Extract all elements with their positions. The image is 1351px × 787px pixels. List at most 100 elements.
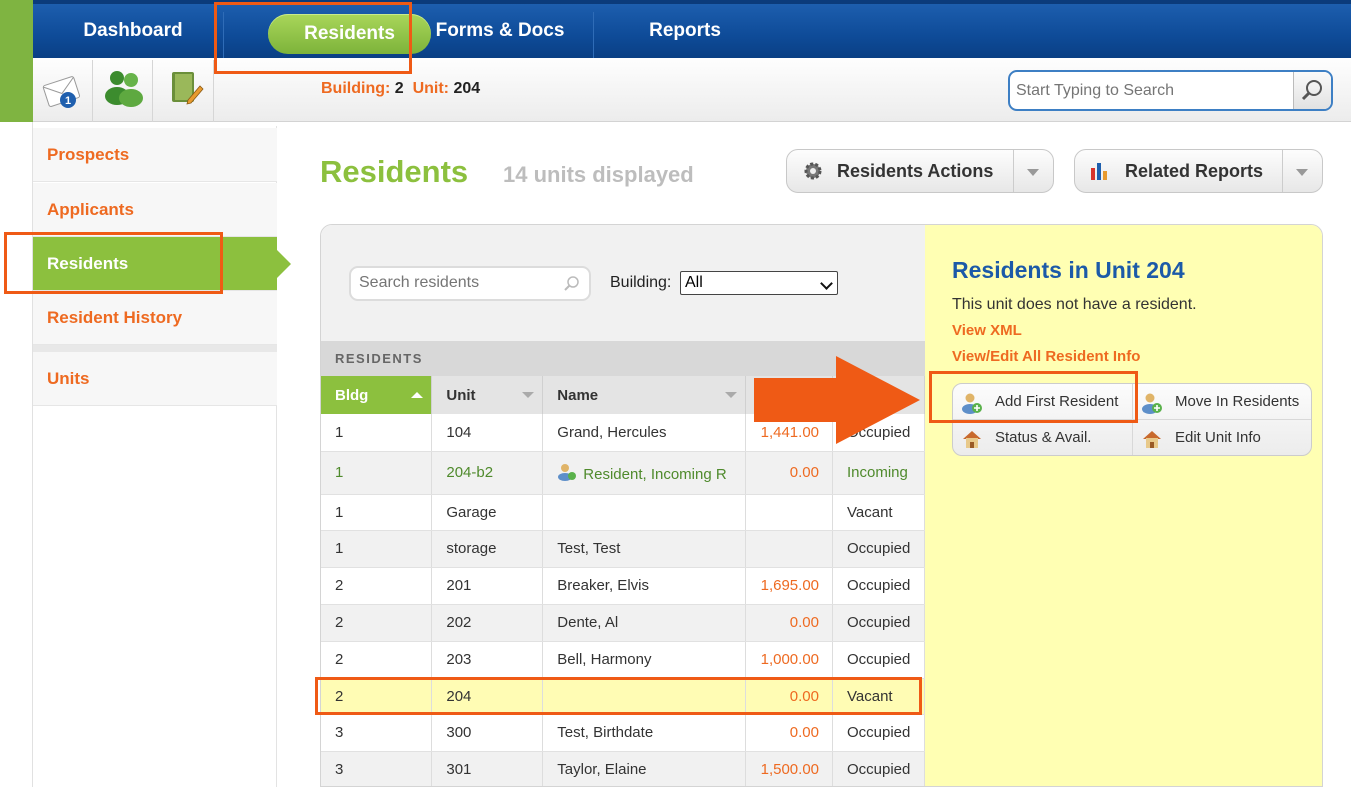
sidebar-item-units[interactable]: Units	[33, 352, 277, 406]
global-search-button[interactable]	[1293, 72, 1331, 109]
house-icon	[963, 431, 981, 448]
sort-icon	[522, 392, 535, 398]
cell-status: Occupied	[832, 714, 925, 752]
move-in-person-icon	[1142, 393, 1162, 414]
people-icon	[105, 71, 143, 107]
highlight-box-residents-tab	[214, 2, 412, 74]
table-row[interactable]: 2 203 Bell, Harmony 1,000.00 Occupied	[321, 641, 925, 679]
global-search-input[interactable]	[1016, 78, 1286, 104]
units-count: 14 units displayed	[503, 162, 694, 187]
column-header-bldg[interactable]: Bldg	[321, 376, 433, 414]
cell-unit: 301	[431, 751, 544, 786]
incoming-resident-name: Resident, Incoming R	[583, 465, 727, 483]
cell-unit: 202	[431, 604, 544, 642]
related-reports-label: Related Reports	[1125, 161, 1264, 181]
move-in-residents-button[interactable]: Move In Residents	[1133, 384, 1311, 420]
chevron-down-icon[interactable]	[1013, 150, 1053, 192]
edit-unit-info-label: Edit Unit Info	[1175, 429, 1261, 446]
current-building-unit: Building: 2 Unit: 204	[321, 80, 480, 98]
cell-bldg: 1	[321, 414, 433, 452]
tab-reports[interactable]: Reports	[635, 8, 735, 54]
cell-name: Resident, Incoming R	[542, 451, 747, 495]
cell-unit: Garage	[431, 494, 544, 531]
unit-detail-title: Residents in Unit 204	[952, 257, 1185, 283]
table-row[interactable]: 3 300 Test, Birthdate 0.00 Occupied	[321, 714, 925, 752]
building-value: 2	[394, 80, 404, 97]
left-accent-strip	[0, 0, 33, 122]
table-row[interactable]: 1 204-b2 Resident, Incoming R 0.00 Incom…	[321, 451, 925, 495]
chevron-down-icon[interactable]	[1282, 150, 1322, 192]
cell-bldg: 2	[321, 641, 433, 679]
cell-bldg: 1	[321, 451, 433, 495]
table-row[interactable]: 2 202 Dente, Al 0.00 Occupied	[321, 604, 925, 642]
sort-ascending-icon	[411, 392, 424, 398]
people-button[interactable]	[93, 60, 153, 122]
sidebar-item-applicants[interactable]: Applicants	[33, 183, 277, 237]
cell-balance: 1,695.00	[745, 567, 833, 605]
cell-balance: 1,000.00	[745, 641, 833, 679]
sidebar-item-prospects[interactable]: Prospects	[33, 128, 277, 182]
cell-status: Occupied	[832, 567, 925, 605]
cell-status: Occupied	[832, 530, 925, 568]
arrow-right-icon	[754, 356, 920, 444]
column-header-unit[interactable]: Unit	[431, 376, 544, 414]
highlight-box-add-first-resident	[929, 371, 1138, 423]
sidebar-item-resident-history[interactable]: Resident History	[33, 291, 277, 345]
residents-search-input[interactable]	[359, 274, 549, 292]
house-icon	[1143, 431, 1161, 448]
residents-search	[349, 266, 591, 301]
search-icon[interactable]	[563, 275, 581, 293]
move-in-residents-label: Move In Residents	[1175, 393, 1300, 410]
unit-detail-message: This unit does not have a resident.	[952, 296, 1197, 313]
cell-bldg: 1	[321, 530, 433, 568]
status-avail-label: Status & Avail.	[995, 429, 1092, 446]
cell-name: Grand, Hercules	[542, 414, 747, 452]
building-filter-select[interactable]: All	[680, 271, 838, 295]
building-filter-label: Building:	[610, 274, 672, 291]
unit-detail-panel: Residents in Unit 204 This unit does not…	[925, 225, 1322, 786]
column-header-name[interactable]: Name	[542, 376, 747, 414]
unit-label: Unit:	[412, 80, 449, 97]
notification-count: 1	[65, 95, 71, 107]
cell-unit: 201	[431, 567, 544, 605]
status-avail-button[interactable]: Status & Avail.	[953, 420, 1133, 455]
cell-balance: 1,500.00	[745, 751, 833, 786]
cell-name: Bell, Harmony	[542, 641, 747, 679]
building-label: Building:	[321, 80, 391, 97]
left-gutter	[0, 122, 33, 787]
table-row[interactable]: 3 301 Taylor, Elaine 1,500.00 Occupied	[321, 751, 925, 786]
cell-status: Occupied	[832, 641, 925, 679]
page-title: Residents	[320, 154, 469, 189]
cell-unit: 300	[431, 714, 544, 752]
highlight-box-unit-204-row	[315, 677, 922, 715]
cell-name	[542, 494, 747, 531]
global-search	[1008, 70, 1333, 111]
cell-bldg: 2	[321, 567, 433, 605]
cell-bldg: 1	[321, 494, 433, 531]
cell-bldg: 3	[321, 751, 433, 786]
search-icon	[1301, 80, 1322, 101]
side-navigation: Prospects Applicants Residents Resident …	[33, 126, 277, 787]
cell-name: Dente, Al	[542, 604, 747, 642]
cell-name: Taylor, Elaine	[542, 751, 747, 786]
table-row[interactable]: 2 201 Breaker, Elvis 1,695.00 Occupied	[321, 567, 925, 605]
tab-dashboard[interactable]: Dashboard	[73, 8, 193, 54]
view-edit-all-link[interactable]: View/Edit All Resident Info	[952, 348, 1140, 365]
gear-icon	[804, 162, 822, 180]
edit-unit-info-button[interactable]: Edit Unit Info	[1133, 420, 1311, 455]
bar-chart-icon	[1091, 163, 1107, 180]
related-reports-button[interactable]: Related Reports	[1074, 149, 1323, 193]
cell-balance	[745, 494, 833, 531]
view-xml-link[interactable]: View XML	[952, 322, 1022, 339]
table-row[interactable]: 1 Garage Vacant	[321, 494, 925, 531]
residents-actions-label: Residents Actions	[837, 161, 994, 181]
table-row[interactable]: 1 storage Test, Test Occupied	[321, 530, 925, 568]
cell-status: Incoming	[832, 451, 925, 495]
residents-actions-button[interactable]: Residents Actions	[786, 149, 1054, 193]
sort-icon	[725, 392, 738, 398]
cell-bldg: 3	[321, 714, 433, 752]
messages-button[interactable]: 1	[33, 60, 93, 122]
tab-forms-docs[interactable]: Forms & Docs	[425, 8, 575, 54]
person-icon	[558, 463, 577, 481]
notebook-button[interactable]	[154, 60, 214, 122]
